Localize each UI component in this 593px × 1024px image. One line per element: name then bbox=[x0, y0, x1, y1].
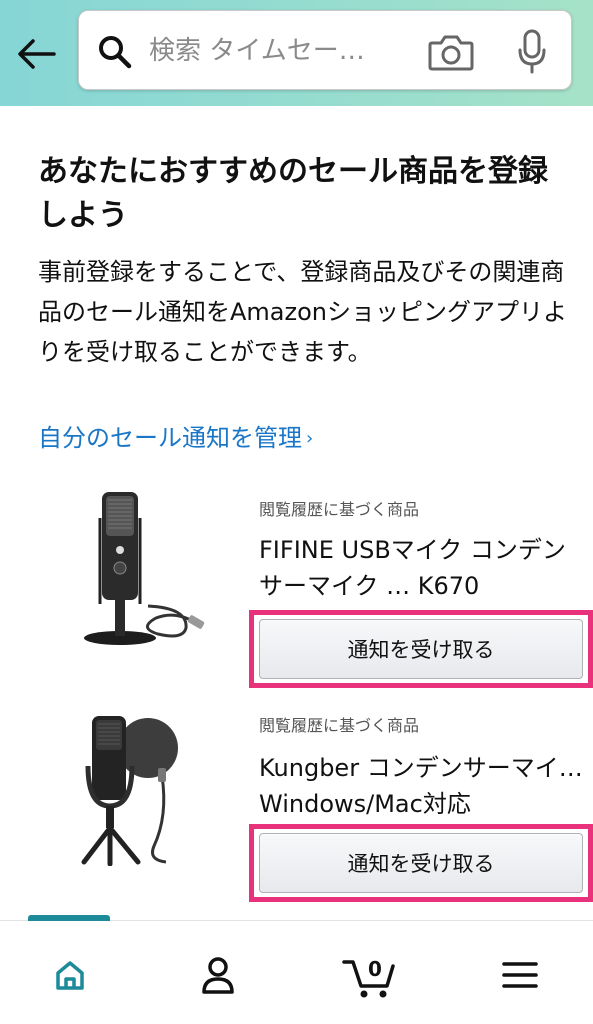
home-icon bbox=[56, 961, 84, 990]
receive-notification-button[interactable]: 通知を受け取る bbox=[259, 619, 583, 679]
chevron-right-icon: › bbox=[306, 428, 314, 449]
product-card: 閲覧履歴に基づく商品 Kungber コンデンサーマイ… Windows/Mac… bbox=[0, 700, 593, 910]
nav-home[interactable] bbox=[40, 947, 100, 1003]
usb-microphone-image bbox=[84, 492, 205, 645]
nav-menu[interactable] bbox=[490, 947, 550, 1003]
manage-link-label: 自分のセール通知を管理 bbox=[38, 424, 302, 452]
product-title[interactable]: Kungber コンデンサーマイ… Windows/Mac対応 bbox=[259, 750, 589, 822]
product-category: 閲覧履歴に基づく商品 bbox=[259, 500, 420, 519]
product-card: 閲覧履歴に基づく商品 FIFINE USBマイク コンデンサーマイク … K67… bbox=[0, 480, 593, 690]
condenser-microphone-image bbox=[81, 716, 178, 866]
bottom-navigation: 0 bbox=[0, 915, 593, 1024]
product-category: 閲覧履歴に基づく商品 bbox=[259, 716, 420, 735]
active-tab-indicator bbox=[28, 915, 110, 921]
product-title[interactable]: FIFINE USBマイク コンデンサーマイク … K670 bbox=[259, 532, 589, 604]
microphone-icon[interactable] bbox=[517, 29, 547, 75]
search-box[interactable] bbox=[78, 10, 572, 90]
back-arrow-icon bbox=[18, 39, 56, 69]
search-icon bbox=[99, 36, 132, 69]
nav-cart[interactable]: 0 bbox=[336, 947, 406, 1003]
manage-sale-notifications-link[interactable]: 自分のセール通知を管理 › bbox=[38, 420, 313, 457]
top-header bbox=[0, 0, 593, 106]
page-title: あなたにおすすめのセール商品を登録しよう bbox=[38, 154, 548, 233]
cart-count: 0 bbox=[368, 957, 382, 981]
back-button[interactable] bbox=[10, 30, 62, 78]
menu-icon bbox=[502, 962, 538, 988]
account-icon bbox=[202, 957, 234, 994]
page-description: 事前登録をすることで、登録商品及びその関連商品のセール通知をAmazonショッピ… bbox=[38, 258, 567, 366]
search-input[interactable] bbox=[149, 31, 419, 71]
cart-icon: 0 bbox=[342, 957, 395, 998]
receive-notification-button[interactable]: 通知を受け取る bbox=[259, 833, 583, 893]
camera-icon[interactable] bbox=[427, 31, 475, 73]
nav-account[interactable] bbox=[188, 947, 248, 1003]
